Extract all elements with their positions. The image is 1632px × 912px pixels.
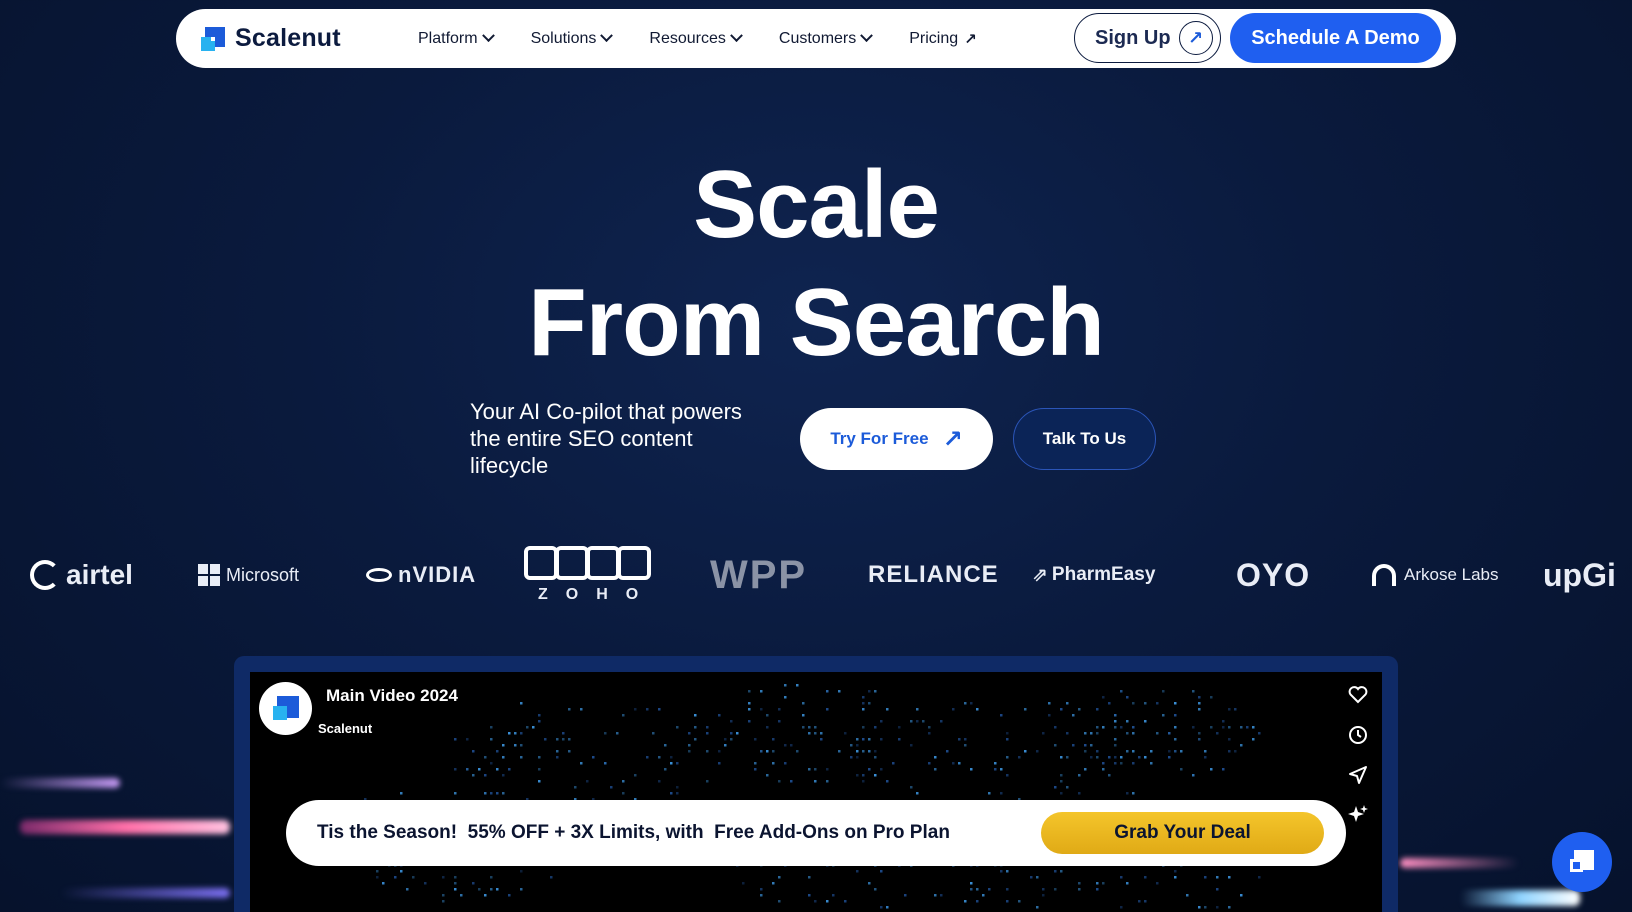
channel-avatar[interactable] [259,682,312,735]
external-arrow-icon: ↗ [964,30,977,48]
nvidia-logo: nVIDIA [366,540,476,610]
menu-item-platform[interactable]: Platform [418,29,495,48]
menu-item-pricing[interactable]: Pricing ↗ [909,30,976,48]
menu-item-customers[interactable]: Customers [778,29,874,48]
windows-grid-icon [198,564,220,586]
try-for-free-button[interactable]: Try For Free ↗ [800,408,993,470]
light-streak [60,888,230,898]
light-streak [1400,858,1520,868]
try-label: Try For Free [830,429,929,448]
menu-label: Resources [649,29,726,47]
logo-text: ZOHO [538,586,657,603]
sparkle-icon[interactable] [1346,803,1370,827]
hero-title-line-2: From Search [528,269,1105,376]
main-menu: Platform Solutions Resources Customers P… [418,9,1015,68]
arkose-arch-icon [1372,564,1396,586]
hero-subtitle: Your AI Co-pilot that powers the entire … [470,399,742,478]
reliance-logo: RELIANCE [868,561,999,588]
microsoft-logo: Microsoft [198,540,299,610]
menu-item-solutions[interactable]: Solutions [530,29,614,48]
oyo-logo: OYO [1236,556,1311,593]
zoho-logo: ZOHO [522,540,656,610]
wpp-logo: WPP [710,552,808,597]
arrow-up-right-icon: ↗ [1178,21,1213,55]
video-title[interactable]: Main Video 2024 [326,686,458,706]
menu-label: Pricing [909,29,959,47]
pharmeasy-logo: ⇗ PharmEasy [1032,540,1155,610]
promo-text: Tis the Season! 55% OFF + 3X Limits, wit… [317,822,950,843]
chat-widget-button[interactable] [1552,832,1612,892]
grab-deal-button[interactable]: Grab Your Deal [1041,812,1324,854]
logo-text: airtel [66,559,133,590]
scalenut-logo-icon [201,26,225,51]
airtel-swirl-icon [30,560,60,590]
upgrad-logo: upGi [1543,556,1616,593]
zoho-boxes-icon [524,546,652,580]
promo-banner: Tis the Season! 55% OFF + 3X Limits, wit… [286,800,1346,866]
nvidia-eye-icon [366,568,392,582]
scalenut-logo-icon [272,695,299,722]
menu-label: Platform [418,29,478,47]
sign-up-label: Sign Up [1095,26,1171,49]
arrow-up-right-icon: ↗ [942,425,963,453]
pharmeasy-icon: ⇗ [1032,564,1048,586]
light-streak [20,820,230,834]
clock-icon[interactable] [1346,723,1370,747]
schedule-demo-button[interactable]: Schedule A Demo [1230,13,1441,63]
sign-up-button[interactable]: Sign Up ↗ [1074,13,1221,63]
chevron-down-icon [481,29,495,43]
arkose-labs-logo: Arkose Labs [1372,540,1499,610]
chevron-down-icon [730,29,743,43]
hero-title-line-1: Scale [693,151,940,258]
airtel-logo: airtel [30,540,133,610]
light-streak [0,778,120,788]
video-world-map-dots [334,684,1261,909]
heart-icon[interactable] [1346,683,1370,707]
logo-text: Microsoft [226,564,300,585]
brand-name: Scalenut [235,24,341,52]
video-player[interactable] [250,672,1382,912]
customer-logos-strip: airtel Microsoft nVIDIA ZOHO WPP RELIANC… [0,540,1632,610]
video-channel-name[interactable]: Scalenut [318,721,372,736]
talk-to-us-button[interactable]: Talk To Us [1013,408,1156,470]
chevron-down-icon [860,29,874,43]
logo-text: PharmEasy [1051,564,1156,585]
chevron-down-icon [600,29,614,43]
send-icon[interactable] [1346,763,1370,787]
menu-label: Customers [778,29,857,47]
menu-label: Solutions [530,29,597,47]
logo-text: nVIDIA [398,562,477,587]
logo-text: Arkose Labs [1404,565,1499,584]
top-navbar: Scalenut Platform Solutions Resources Cu… [176,9,1456,68]
scalenut-logo[interactable]: Scalenut [201,24,341,53]
scalenut-logo-icon [1570,850,1594,874]
light-streak [1460,890,1580,906]
menu-item-resources[interactable]: Resources [649,29,743,48]
